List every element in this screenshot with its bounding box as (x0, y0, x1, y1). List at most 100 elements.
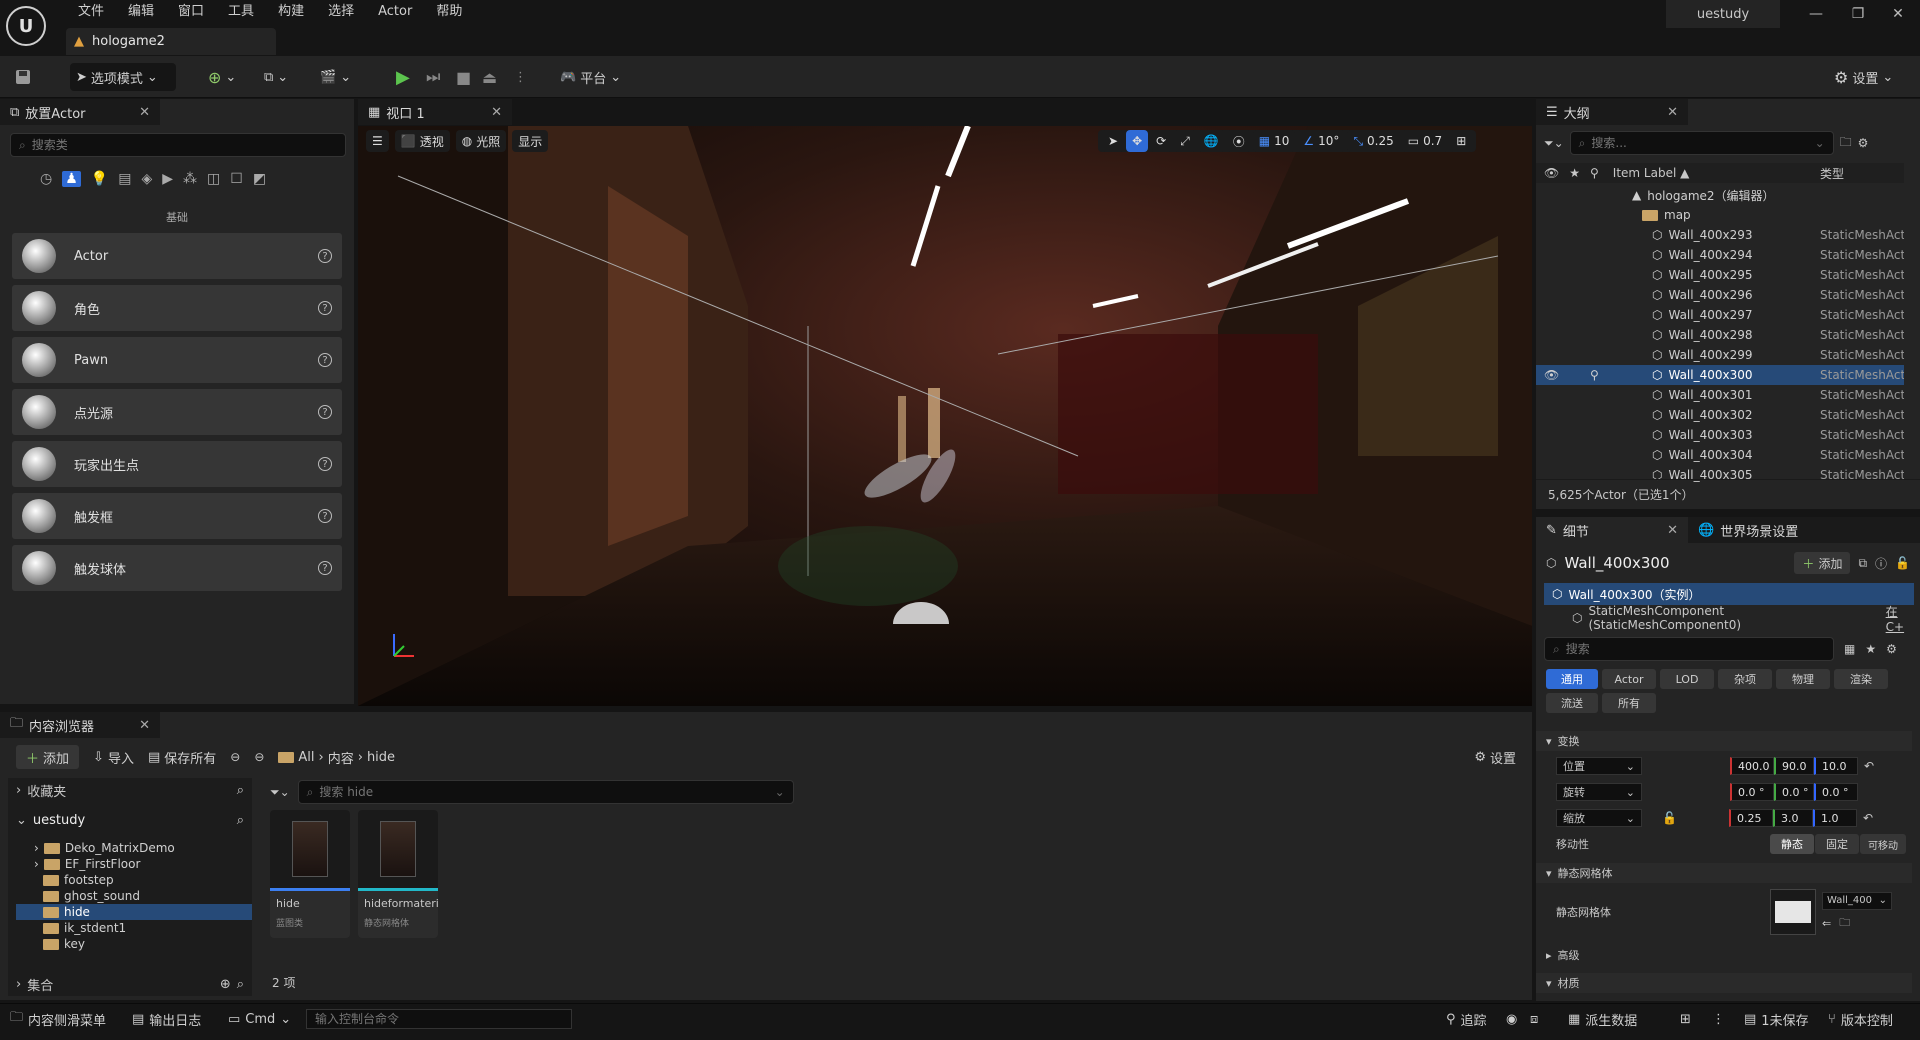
content-settings-button[interactable]: ⚙ 设置 (1474, 745, 1516, 769)
reset-icon[interactable]: ↶ (1863, 811, 1873, 825)
settings-dropdown[interactable]: ⚙ 设置 ⌄ (1834, 63, 1893, 91)
menu-select[interactable]: 选择 (316, 2, 366, 22)
column-type[interactable]: 类型 (1820, 165, 1904, 182)
cinematic-icon[interactable]: ▤ (118, 171, 131, 187)
tree-folder[interactable]: ghost_sound (34, 888, 252, 904)
star-icon[interactable]: ★ (1865, 642, 1876, 656)
table-row-selected[interactable]: 👁 ⚲ ⬡ Wall_400x300 StaticMeshActor (1536, 365, 1904, 385)
lock-icon[interactable]: 🔓 (1895, 556, 1910, 570)
menu-help[interactable]: 帮助 (424, 2, 474, 22)
tab-actor[interactable]: Actor (1602, 669, 1656, 689)
world-icon[interactable]: 🌐 (1197, 130, 1225, 152)
screenshot-icon[interactable]: ⧈ (1530, 1008, 1538, 1030)
help-icon[interactable]: ? (318, 405, 332, 419)
search-icon[interactable]: ⌕ (237, 977, 244, 992)
help-icon[interactable]: ? (318, 561, 332, 575)
visibility-icon[interactable]: 👁 (1544, 368, 1559, 382)
volumes-icon[interactable]: ⁂ (183, 171, 197, 187)
table-row[interactable]: ⬡ Wall_400x304 StaticMeshActor (1536, 445, 1904, 465)
forward-icon[interactable]: ⊖ (254, 750, 264, 764)
details-search[interactable]: ⌕ (1544, 637, 1834, 661)
browse-icon[interactable]: 🗀 (1839, 914, 1850, 933)
close-icon[interactable]: ✕ (139, 718, 150, 733)
record-icon[interactable]: ◉ (1506, 1008, 1517, 1030)
level-viewport[interactable]: ☰ ⬛ 透视 ◍ 光照 显示 ➤ ✥ ⟳ ⤢ 🌐 ⦿ ▦ 10 ∠ 10° ⤡ 0.25 … (358, 126, 1532, 706)
select-icon[interactable]: ➤ (1102, 130, 1125, 152)
grid-snap-button[interactable]: ▦ 10 (1252, 130, 1296, 152)
search-icon[interactable]: ⌕ (237, 813, 244, 828)
menu-tools[interactable]: 工具 (216, 2, 266, 22)
tree-folder-selected[interactable]: hide (16, 904, 252, 920)
save-icon[interactable] (14, 63, 32, 91)
table-row[interactable]: ⬡ Wall_400x299 StaticMeshActor (1536, 345, 1904, 365)
recent-icon[interactable]: ◷ (40, 171, 52, 187)
table-row[interactable]: ⬡ Wall_400x297 StaticMeshActor (1536, 305, 1904, 325)
project-header[interactable]: ⌄ uestudy ⌕ (8, 808, 252, 832)
tree-folder[interactable]: › Deko_MatrixDemo (34, 840, 252, 856)
outliner-tab[interactable]: ☰ 大纲 ✕ (1536, 99, 1688, 125)
rotation-x[interactable]: 0.0 ° (1730, 783, 1774, 801)
add-component-button[interactable]: ＋添加 (1794, 552, 1851, 574)
blueprint-icon[interactable]: ⧉ ⌄ (264, 63, 288, 91)
help-icon[interactable]: ? (318, 249, 332, 263)
tab-rendering[interactable]: 渲染 (1834, 669, 1888, 689)
gear-icon[interactable]: ⚙ (1858, 136, 1869, 150)
rotation-z[interactable]: 0.0 ° (1814, 783, 1858, 801)
tab-physics[interactable]: 物理 (1776, 669, 1830, 689)
lit-button[interactable]: ◍ 光照 (455, 130, 507, 152)
lights-icon[interactable]: 💡 (91, 171, 108, 187)
scale-dropdown[interactable]: 缩放 ⌄ (1556, 809, 1642, 827)
tab-lod[interactable]: LOD (1660, 669, 1714, 689)
mode-dropdown[interactable]: ➤ 选项模式 ⌄ (70, 63, 176, 91)
breadcrumb-hide[interactable]: hide (367, 750, 395, 765)
location-z[interactable]: 10.0 (1814, 757, 1858, 775)
asset-tile-hide[interactable]: hide 蓝图类 (270, 810, 350, 938)
class-item-pawn[interactable]: Pawn? (12, 337, 342, 383)
help-icon[interactable]: ⓘ (1875, 555, 1887, 572)
menu-window[interactable]: 窗口 (166, 2, 216, 22)
class-item-character[interactable]: 角色? (12, 285, 342, 331)
filter-icon[interactable]: ⏷⌄ (1544, 136, 1564, 151)
basic-icon[interactable]: ♟ (62, 171, 81, 187)
help-icon[interactable]: ? (318, 509, 332, 523)
gear-icon[interactable]: ⚙ (1886, 642, 1897, 656)
more-options-icon[interactable]: ⋮ (514, 63, 527, 91)
advanced-section[interactable]: ▸ 高级 (1536, 945, 1912, 965)
tab-all[interactable]: 所有 (1602, 693, 1656, 713)
mesh-dropdown[interactable]: Wall_400 ⌄ (1822, 891, 1892, 910)
close-icon[interactable]: ✕ (491, 105, 502, 120)
table-row[interactable]: ⬡ Wall_400x302 StaticMeshActor (1536, 405, 1904, 425)
content-drawer-button[interactable]: 🗀 内容侧滑菜单 (10, 1008, 106, 1030)
minimize-icon[interactable]: — (1796, 6, 1836, 22)
tree-folder[interactable]: › EF_FirstFloor (34, 856, 252, 872)
table-row[interactable]: ⬡ Wall_400x294 StaticMeshActor (1536, 245, 1904, 265)
surface-snap-icon[interactable]: ⦿ (1226, 130, 1251, 152)
instance-row[interactable]: ⬡ Wall_400x300（实例） (1544, 583, 1914, 605)
mobility-stationary[interactable]: 固定 (1815, 834, 1859, 854)
outliner-search[interactable]: ⌕⌄ (1569, 131, 1834, 155)
tab-misc[interactable]: 杂项 (1718, 669, 1772, 689)
rotate-icon[interactable]: ⟳ (1150, 130, 1173, 152)
layout-icon[interactable]: ⊞ (1450, 130, 1473, 152)
restore-icon[interactable]: ❐ (1838, 6, 1878, 22)
class-item-trigger-box[interactable]: 触发框? (12, 493, 342, 539)
breadcrumb-content[interactable]: 内容 (328, 748, 354, 767)
reset-icon[interactable]: ↶ (1864, 759, 1874, 773)
class-item-player-start[interactable]: 玩家出生点? (12, 441, 342, 487)
world-settings-tab[interactable]: 🌐 世界场景设置 (1688, 517, 1809, 543)
unsaved-button[interactable]: ▤ 1未保存 (1744, 1008, 1809, 1030)
add-folder-icon[interactable]: 🗀 (1840, 133, 1852, 154)
mobility-static[interactable]: 静态 (1770, 834, 1814, 854)
menu-build[interactable]: 构建 (266, 2, 316, 22)
rotation-y[interactable]: 0.0 ° (1774, 783, 1814, 801)
actor-name[interactable]: Wall_400x300 (1564, 554, 1669, 572)
add-button[interactable]: ＋添加 (16, 745, 80, 769)
scale-x[interactable]: 0.25 (1728, 809, 1773, 827)
edit-in-cpp-link[interactable]: 在C+ (1886, 603, 1916, 634)
help-icon[interactable]: ? (318, 457, 332, 471)
network-icon[interactable]: ⊞ (1680, 1008, 1691, 1030)
derived-data-button[interactable]: ▦ 派生数据 (1568, 1008, 1637, 1030)
cmd-dropdown[interactable]: ▭ Cmd ⌄ (228, 1008, 291, 1030)
tree-folder[interactable]: footstep (34, 872, 252, 888)
filter-icon[interactable]: ⏷⌄ (270, 785, 290, 800)
